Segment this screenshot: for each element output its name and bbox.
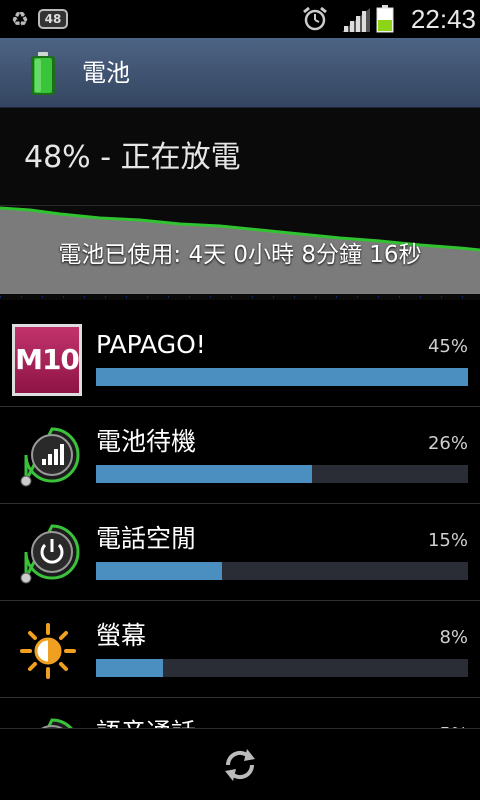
battery-summary: 48% - 正在放電 (0, 108, 480, 206)
signal-icon (342, 8, 370, 32)
usage-bar-fill (96, 465, 312, 483)
list-item-percent: 45% (427, 336, 468, 357)
list-item-label: 螢幕 (96, 621, 147, 650)
usage-bar (96, 368, 468, 386)
status-bar: ♻ 48 22:43 (0, 0, 480, 38)
usage-bar (96, 562, 468, 580)
battery-usage-time: 電池已使用: 4天 0小時 8分鐘 16秒 (58, 242, 422, 268)
recycle-icon: ♻ (11, 7, 29, 31)
list-item-percent: 26% (427, 433, 468, 454)
signal-bars-icon (20, 427, 80, 487)
refresh-icon[interactable] (220, 745, 260, 785)
list-item-papago[interactable]: M10 PAPAGO! 45% (0, 310, 480, 407)
list-item-battery-standby[interactable]: 電池待機 26% (0, 407, 480, 504)
notification-badge: 48 (38, 9, 68, 29)
battery-usage-list: M10 PAPAGO! 45% 電池待機 26% 電話空閒 15% 螢幕 8% (0, 300, 480, 728)
usage-bar-fill (96, 659, 163, 677)
list-item-percent: 8% (439, 627, 468, 648)
battery-status-text: 48% - 正在放電 (24, 140, 241, 175)
battery-status-icon (376, 5, 394, 33)
usage-bar (96, 465, 468, 483)
list-item-screen[interactable]: 螢幕 8% (0, 601, 480, 698)
app-header: 電池 (0, 38, 480, 108)
phone-icon (41, 718, 73, 728)
list-item-phone-idle[interactable]: 電話空閒 15% (0, 504, 480, 601)
page-title: 電池 (82, 59, 130, 87)
list-item-label: 語音通話 (96, 716, 196, 728)
list-item-label: 電池待機 (96, 427, 197, 456)
alarm-icon (303, 6, 327, 31)
list-item-percent: 15% (427, 530, 468, 551)
usage-bar (96, 659, 468, 677)
sun-icon (20, 623, 76, 679)
list-item-voice-call[interactable]: 語音通話 5% (0, 698, 480, 728)
m10-app-icon: M10 (12, 324, 82, 396)
status-clock: 22:43 (410, 4, 476, 34)
power-icon (20, 524, 80, 584)
battery-graph[interactable]: 電池已使用: 4天 0小時 8分鐘 16秒 (0, 206, 480, 300)
bottom-bar (0, 728, 480, 800)
usage-bar-fill (96, 368, 468, 386)
list-item-label: 電話空閒 (96, 524, 197, 553)
usage-bar-fill (96, 562, 223, 580)
battery-icon (31, 52, 55, 95)
list-item-label: PAPAGO! (96, 330, 206, 359)
